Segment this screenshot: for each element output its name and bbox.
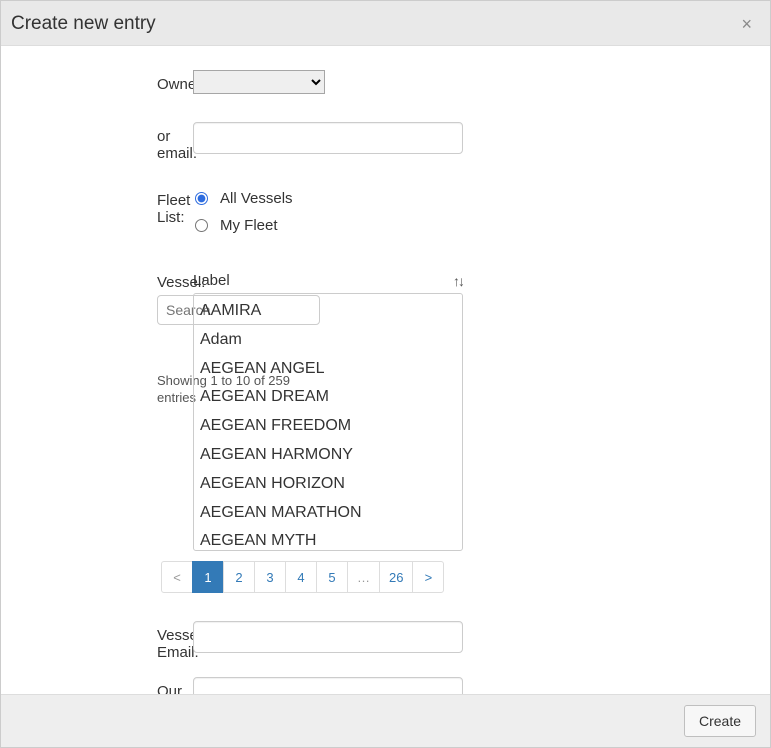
page-1[interactable]: 1	[192, 561, 224, 593]
row-email: or email:	[11, 122, 760, 162]
close-icon[interactable]: ×	[737, 15, 756, 33]
fleet-radio-all[interactable]: All Vessels	[193, 190, 613, 207]
modal-title: Create new entry	[11, 13, 156, 35]
page-26[interactable]: 26	[379, 561, 413, 593]
page-4[interactable]: 4	[285, 561, 317, 593]
owner-label: Owner:	[11, 70, 193, 93]
email-label: or email:	[11, 122, 193, 162]
fleet-label: Fleet List:	[11, 190, 193, 226]
vessel-list-item[interactable]: Adam	[194, 326, 462, 355]
owner-select[interactable]	[193, 70, 325, 94]
vessel-list-item[interactable]: AAMIRA	[194, 297, 462, 326]
row-vessel-email: Vessel Email:	[11, 621, 760, 661]
vessel-email-label: Vessel Email:	[11, 621, 193, 661]
our-ref-label: Our ref:	[11, 677, 193, 694]
row-vessel: Vessel: Showing 1 to 10 of 259 entries L…	[11, 272, 760, 611]
page-2[interactable]: 2	[223, 561, 255, 593]
vessel-list-item[interactable]: AEGEAN ANGEL	[194, 355, 462, 384]
fleet-radio-all-label: All Vessels	[220, 190, 293, 207]
row-owner: Owner:	[11, 70, 760, 94]
page-3[interactable]: 3	[254, 561, 286, 593]
vessel-list-header: Label ↑↓	[193, 272, 463, 289]
vessel-list-item[interactable]: AEGEAN DREAM	[194, 383, 462, 412]
page-ellipsis: …	[347, 561, 380, 593]
fleet-radio-mine[interactable]: My Fleet	[193, 217, 613, 234]
create-button[interactable]: Create	[684, 705, 756, 737]
page-next[interactable]: >	[412, 561, 444, 593]
our-ref-input[interactable]	[193, 677, 463, 694]
create-entry-modal: Create new entry × Owner: or email: Flee…	[0, 0, 771, 748]
row-our-ref: Our ref:	[11, 677, 760, 694]
row-fleet: Fleet List: All Vessels My Fleet	[11, 190, 760, 244]
vessel-list-item[interactable]: AEGEAN MARATHON	[194, 499, 462, 528]
vessel-list-item[interactable]: AEGEAN HARMONY	[194, 441, 462, 470]
vessel-listbox[interactable]: AAMIRAAdamAEGEAN ANGELAEGEAN DREAMAEGEAN…	[193, 293, 463, 551]
modal-footer: Create	[1, 694, 770, 747]
vessel-email-input[interactable]	[193, 621, 463, 653]
pagination: <12345…26>	[161, 561, 459, 593]
label-column-header: Label	[193, 272, 230, 289]
sort-icon[interactable]: ↑↓	[453, 273, 463, 289]
modal-body: Owner: or email: Fleet List: All Vessels	[1, 46, 770, 694]
vessel-list-item[interactable]: AEGEAN HORIZON	[194, 470, 462, 499]
modal-header: Create new entry ×	[1, 1, 770, 46]
vessel-list-item[interactable]: AEGEAN FREEDOM	[194, 412, 462, 441]
fleet-radio-mine-label: My Fleet	[220, 217, 278, 234]
vessel-label: Vessel:	[157, 272, 193, 291]
email-input[interactable]	[193, 122, 463, 154]
page-5[interactable]: 5	[316, 561, 348, 593]
fleet-radio-mine-input[interactable]	[195, 219, 208, 232]
vessel-list-item[interactable]: AEGEAN MYTH	[194, 527, 462, 551]
page-prev: <	[161, 561, 193, 593]
fleet-radio-all-input[interactable]	[195, 192, 208, 205]
